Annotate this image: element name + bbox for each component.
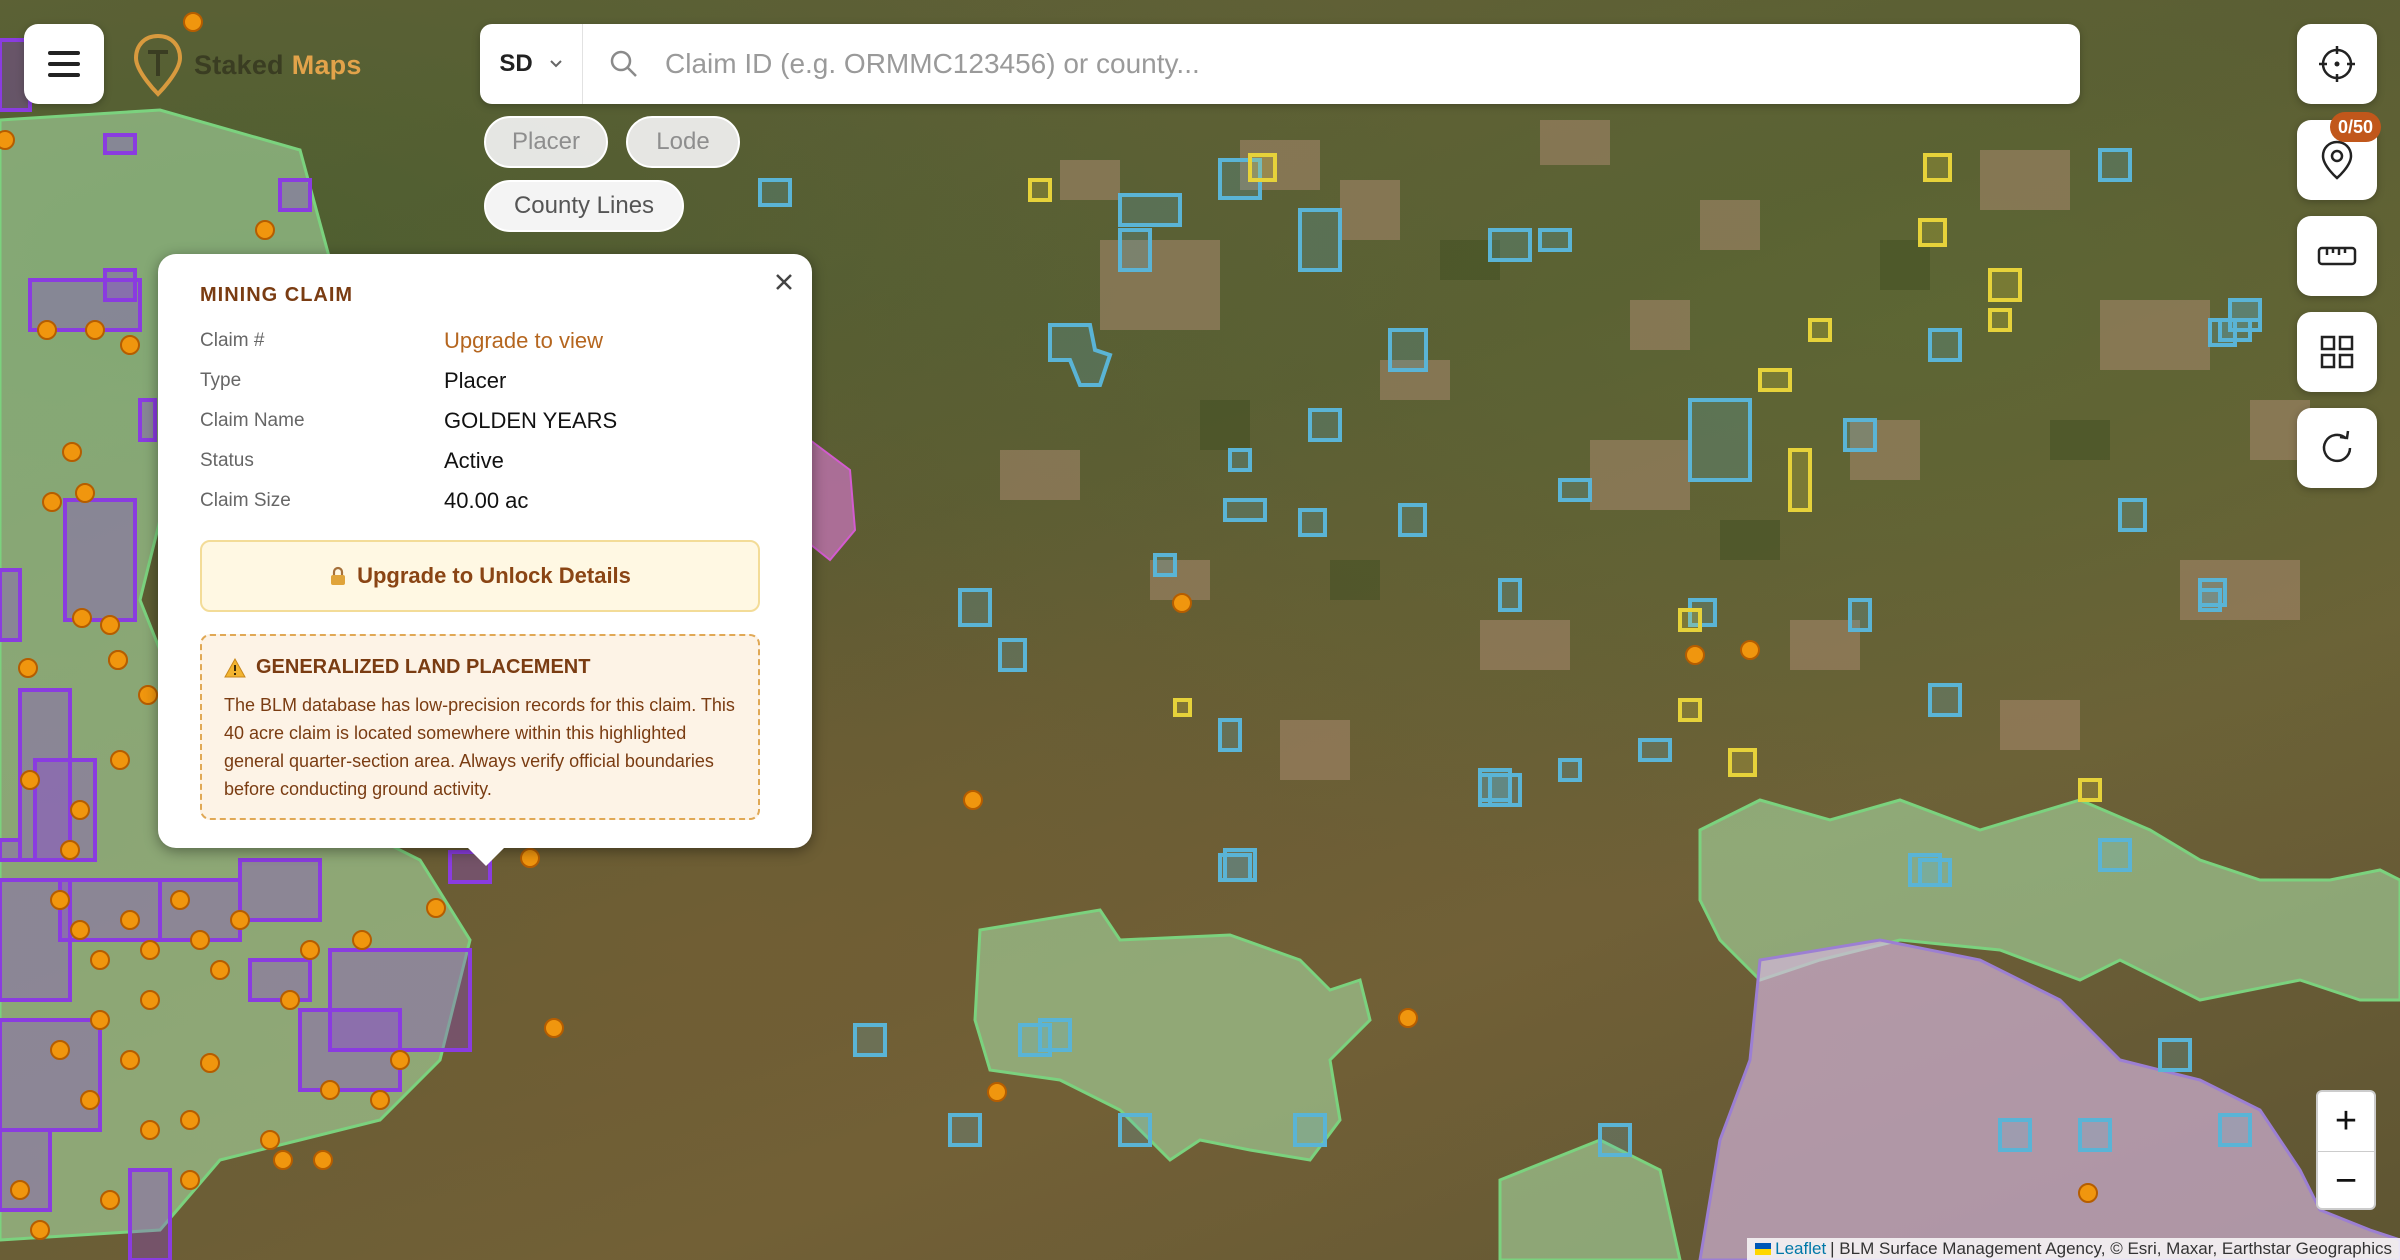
zoom-out-button[interactable]: − [2318, 1152, 2374, 1208]
field-claim-size: Claim Size 40.00 ac [200, 486, 760, 516]
popup-title: MINING CLAIM [200, 284, 354, 306]
field-status: Status Active [200, 446, 760, 476]
ruler-icon [2317, 246, 2357, 266]
claim-popup: MINING CLAIM Claim # Upgrade to view Typ… [158, 254, 812, 848]
field-claim-name: Claim Name GOLDEN YEARS [200, 406, 760, 436]
warning-icon [224, 657, 246, 677]
field-label: Claim Size [200, 490, 291, 511]
search-input[interactable] [663, 47, 2047, 81]
search-icon [609, 49, 639, 79]
ukraine-flag-icon [1755, 1243, 1772, 1255]
popup-tip [466, 846, 506, 866]
map-attribution: Leaflet | BLM Surface Management Agency,… [1747, 1238, 2400, 1260]
zoom-control: + − [2316, 1090, 2376, 1210]
field-value: 40.00 ac [444, 488, 529, 513]
filter-chip-lode[interactable]: Lode [626, 116, 740, 168]
map-pin-icon [2321, 140, 2353, 180]
attribution-text: | BLM Surface Management Agency, © Esri,… [1830, 1239, 2392, 1258]
refresh-button[interactable] [2297, 408, 2377, 488]
field-label: Status [200, 450, 254, 471]
filter-chip-county-lines[interactable]: County Lines [484, 180, 684, 232]
layers-button[interactable] [2297, 312, 2377, 392]
field-label: Type [200, 370, 242, 391]
field-label: Claim Name [200, 410, 305, 431]
field-label: Claim # [200, 330, 265, 351]
warning-title-text: GENERALIZED LAND PLACEMENT [256, 656, 591, 678]
leaflet-link[interactable]: Leaflet [1775, 1239, 1826, 1259]
brand-logo[interactable]: Staked Maps [130, 30, 362, 100]
field-value: GOLDEN YEARS [444, 408, 618, 433]
filter-chip-placer[interactable]: Placer [484, 116, 608, 168]
field-claim-number: Claim # Upgrade to view [200, 326, 760, 356]
search-bar: SD [480, 24, 2080, 104]
field-value: Placer [444, 368, 507, 393]
upgrade-to-view-link[interactable]: Upgrade to view [444, 328, 603, 354]
hamburger-icon [48, 51, 80, 77]
crosshair-icon [2319, 46, 2355, 82]
measure-button[interactable] [2297, 216, 2377, 296]
logo-pin-icon [133, 33, 183, 97]
menu-button[interactable] [24, 24, 104, 104]
field-value: Active [444, 448, 504, 473]
placement-warning: GENERALIZED LAND PLACEMENT The BLM datab… [200, 634, 760, 820]
warning-title: GENERALIZED LAND PLACEMENT [224, 656, 738, 679]
grid-icon [2320, 335, 2354, 369]
close-icon [776, 274, 792, 290]
zoom-in-button[interactable]: + [2318, 1092, 2374, 1152]
state-select[interactable]: SD [480, 24, 583, 104]
upgrade-unlock-label: Upgrade to Unlock Details [357, 563, 631, 588]
locate-button[interactable] [2297, 24, 2377, 104]
brand-name: Staked Maps [194, 49, 362, 80]
lock-icon [331, 566, 346, 585]
chevron-down-icon [549, 60, 562, 68]
state-select-value: SD [499, 50, 533, 77]
warning-text: The BLM database has low-precision recor… [224, 695, 735, 799]
pins-count-badge: 0/50 [2330, 112, 2382, 142]
close-popup-button[interactable] [768, 266, 800, 298]
field-type: Type Placer [200, 366, 760, 396]
upgrade-unlock-button[interactable]: Upgrade to Unlock Details [200, 540, 760, 612]
refresh-icon [2322, 430, 2352, 463]
